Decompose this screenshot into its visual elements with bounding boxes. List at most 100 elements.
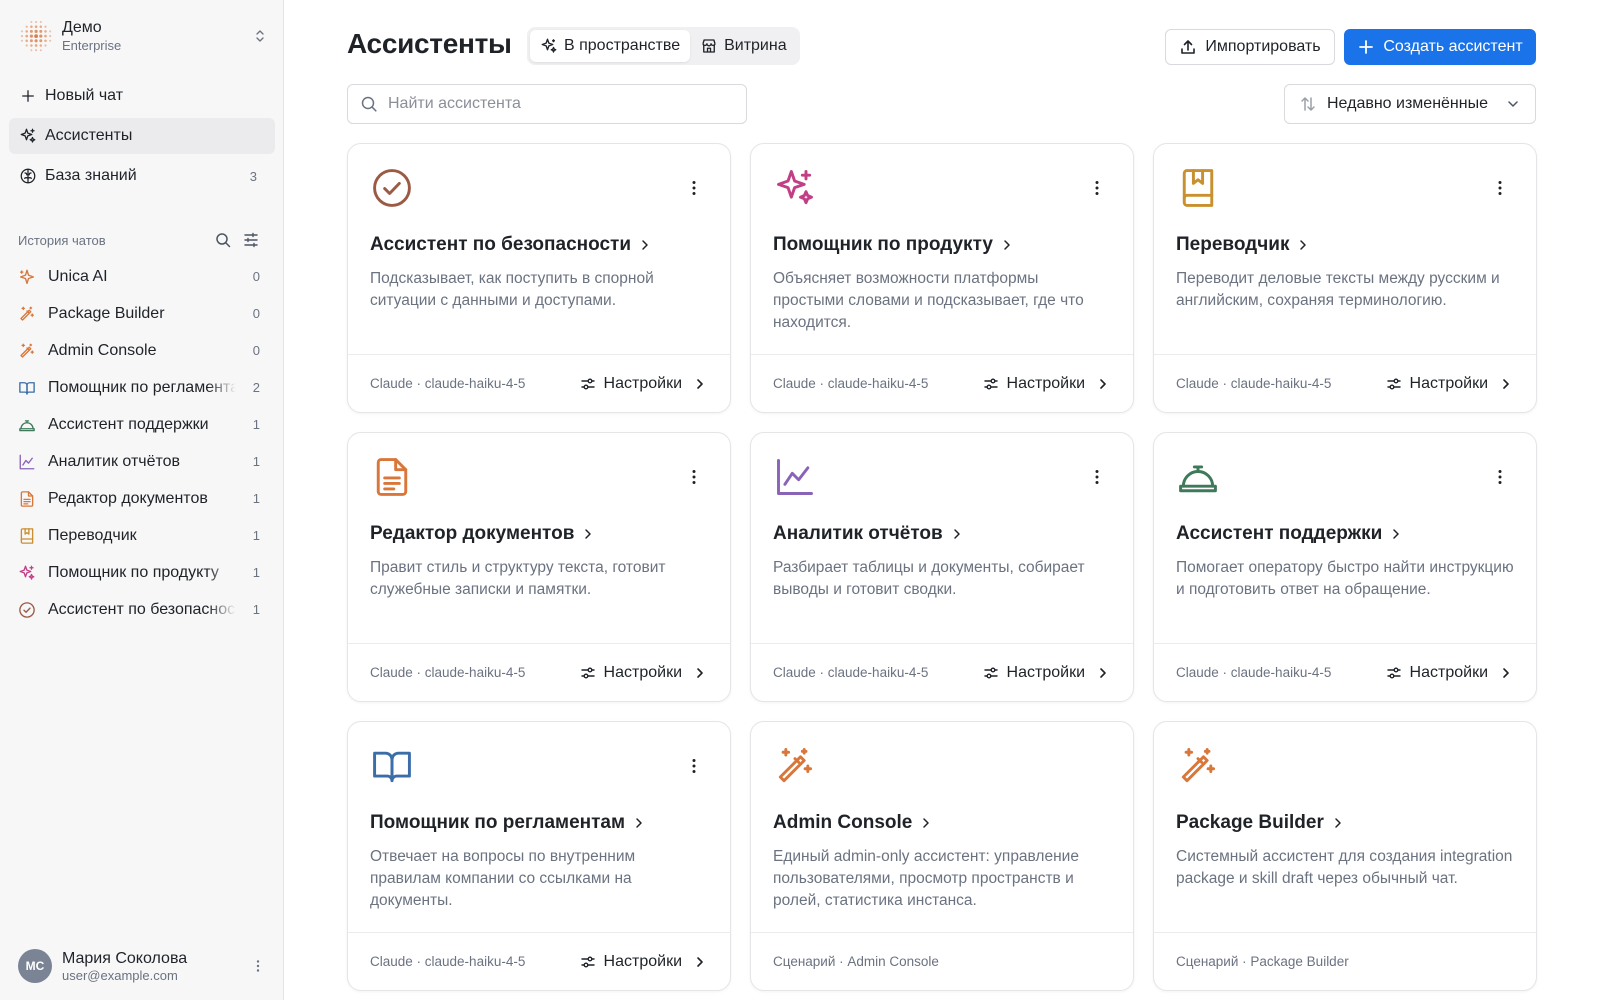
search-input[interactable]	[388, 95, 728, 113]
create-assistant-button[interactable]: Создать ассистент	[1344, 29, 1536, 65]
settings-button[interactable]: Настройки	[580, 953, 708, 971]
more-vertical-icon[interactable]	[1087, 178, 1107, 198]
assistant-card-body[interactable]: Редактор документов Правит стиль и структ…	[348, 433, 730, 644]
chat-history-header: История чатов	[18, 230, 260, 250]
assistant-card: Переводчик Переводит деловые тексты между…	[1153, 143, 1537, 413]
store-icon	[702, 39, 716, 53]
assistant-card-description: Подсказывает, как поступить в спорной си…	[370, 270, 654, 309]
chat-history-item-label: Package Builder	[48, 304, 165, 322]
chat-history-item[interactable]: Admin Console 0	[18, 332, 260, 369]
more-vertical-icon[interactable]	[684, 178, 704, 198]
settings-button-label: Настройки	[1409, 663, 1488, 681]
chat-history-item[interactable]: Помощник по регламентам 2	[18, 369, 260, 406]
chat-history-item[interactable]: Ассистент по безопасности 1	[18, 591, 260, 628]
chat-history-item[interactable]: Package Builder 0	[18, 295, 260, 332]
settings-button[interactable]: Настройки	[983, 664, 1111, 682]
tab-showcase-label: Витрина	[724, 37, 787, 54]
sidebar-item-1[interactable]: Ассистенты	[9, 118, 275, 154]
import-button-label: Импортировать	[1205, 38, 1321, 55]
settings-sliders-icon	[983, 378, 998, 389]
sidebar: Демо Enterprise Новый чат Ассистенты База …	[0, 0, 284, 1000]
more-vertical-icon[interactable]	[1490, 178, 1510, 198]
tab-showcase[interactable]: Витрина	[690, 30, 797, 62]
assistant-card-title[interactable]: Аналитик отчётов	[773, 521, 1111, 547]
sidebar-item-label: Новый чат	[45, 87, 124, 104]
plus-icon	[22, 90, 34, 102]
more-vertical-icon[interactable]	[1087, 467, 1107, 487]
assistant-card: Аналитик отчётов Разбирает таблицы и доку…	[750, 432, 1134, 702]
assistant-card-body[interactable]: Ассистент поддержки Помогает оператору бы…	[1154, 433, 1536, 644]
assistant-card-title[interactable]: Редактор документов	[370, 521, 708, 547]
assistant-card: Помощник по продукту Объясняет возможност…	[750, 143, 1134, 413]
settings-button[interactable]: Настройки	[983, 375, 1111, 393]
assistant-card-description: Единый admin-only ассистент: управление …	[773, 848, 1079, 909]
more-vertical-icon[interactable]	[250, 958, 266, 974]
more-vertical-icon[interactable]	[1490, 467, 1510, 487]
sparkles-icon	[20, 128, 36, 143]
assistant-card-footer: Сценарий · Admin Console	[751, 932, 1133, 990]
settings-button[interactable]: Настройки	[580, 375, 708, 393]
settings-button[interactable]: Настройки	[1386, 664, 1514, 682]
assistant-card-title[interactable]: Package Builder	[1176, 810, 1514, 836]
assistant-card-model: Claude · claude-haiku-4-5	[1176, 665, 1332, 680]
chat-history-item[interactable]: Редактор документов 1	[18, 480, 260, 517]
search-icon[interactable]	[214, 231, 232, 249]
assistant-card-title[interactable]: Admin Console	[773, 810, 1111, 836]
chat-history-item[interactable]: Помощник по продукту 1	[18, 554, 260, 591]
magic-wand-icon	[778, 748, 813, 783]
sidebar-item-0[interactable]: Новый чат	[9, 78, 275, 114]
workspace-logo-icon	[20, 20, 52, 52]
chat-history-item[interactable]: Переводчик 1	[18, 517, 260, 554]
assistant-card-body[interactable]: Переводчик Переводит деловые тексты между…	[1154, 144, 1536, 355]
assistant-card-title[interactable]: Ассистент по безопасности	[370, 232, 708, 258]
more-vertical-icon[interactable]	[684, 756, 704, 776]
sort-select[interactable]: Недавно изменённые	[1284, 84, 1536, 124]
chat-history-item[interactable]: Аналитик отчётов 1	[18, 443, 260, 480]
assistant-card-body[interactable]: Package Builder Системный ассистент для с…	[1154, 722, 1536, 933]
assistant-grid: Ассистент по безопасности Подсказывает, к…	[347, 143, 1537, 991]
assistant-card-body[interactable]: Помощник по регламентам Отвечает на вопро…	[348, 722, 730, 933]
assistant-card: Ассистент поддержки Помогает оператору бы…	[1153, 432, 1537, 702]
assistant-card-body[interactable]: Ассистент по безопасности Подсказывает, к…	[348, 144, 730, 355]
assistant-card-title[interactable]: Помощник по регламентам	[370, 810, 708, 836]
assistant-card-description: Правит стиль и структуру текста, готовит…	[370, 559, 666, 598]
assistant-card-title[interactable]: Переводчик	[1176, 232, 1514, 258]
chat-history-item-label: Ассистент поддержки	[48, 415, 209, 433]
chevron-right-icon	[923, 818, 930, 828]
assistant-card-title-text: Ассистент поддержки	[1176, 523, 1383, 544]
chevron-right-icon	[1393, 529, 1400, 539]
filter-sliders-icon[interactable]	[242, 231, 260, 249]
settings-button-label: Настройки	[603, 374, 682, 392]
assistant-card-title-text: Package Builder	[1176, 812, 1324, 833]
chevron-down-icon	[1508, 101, 1518, 107]
more-vertical-icon[interactable]	[684, 467, 704, 487]
create-assistant-button-label: Создать ассистент	[1383, 38, 1523, 55]
assistant-card-description: Помогает оператору быстро найти инструкц…	[1176, 559, 1514, 598]
import-button[interactable]: Импортировать	[1165, 29, 1335, 65]
tab-in-space[interactable]: В пространстве	[530, 30, 691, 62]
assistant-card-title[interactable]: Помощник по продукту	[773, 232, 1111, 258]
chevron-right-icon	[697, 378, 703, 389]
chevron-right-icon	[953, 529, 960, 539]
assistant-card-description: Переводит деловые тексты между русским и…	[1176, 270, 1500, 309]
chat-history-item-count: 1	[252, 417, 260, 432]
settings-button-label: Настройки	[1006, 663, 1085, 681]
assistant-card-model: Claude · claude-haiku-4-5	[1176, 376, 1332, 391]
assistant-card-body[interactable]: Аналитик отчётов Разбирает таблицы и доку…	[751, 433, 1133, 644]
assistant-card-description: Разбирает таблицы и документы, собирает …	[773, 559, 1085, 598]
user-profile[interactable]: МС Мария Соколова user@example.com	[18, 946, 266, 986]
chevron-up-down-icon	[256, 30, 264, 42]
assistant-card-title[interactable]: Ассистент поддержки	[1176, 521, 1514, 547]
settings-button[interactable]: Настройки	[580, 664, 708, 682]
sidebar-item-2[interactable]: База знаний 3	[9, 158, 275, 194]
chat-history-item[interactable]: Ассистент поддержки 1	[18, 406, 260, 443]
settings-button[interactable]: Настройки	[1386, 375, 1514, 393]
assistant-card: Package Builder Системный ассистент для с…	[1153, 721, 1537, 991]
scope-tabs: В пространстве Витрина	[527, 27, 800, 65]
assistant-card-body[interactable]: Admin Console Единый admin-only ассистент…	[751, 722, 1133, 933]
assistant-card-body[interactable]: Помощник по продукту Объясняет возможност…	[751, 144, 1133, 355]
chat-history-item[interactable]: Unica AI 0	[18, 258, 260, 295]
sparkles-icon	[541, 38, 557, 53]
chevron-right-icon	[585, 529, 592, 539]
workspace-switcher[interactable]: Демо Enterprise	[18, 16, 268, 56]
